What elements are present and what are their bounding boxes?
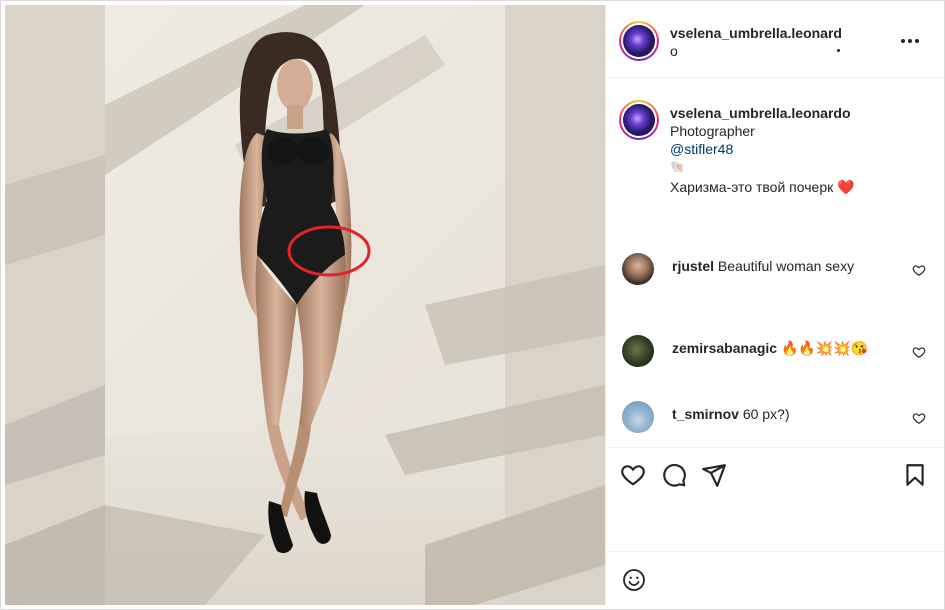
caption-mention-link[interactable]: @stifler48 bbox=[670, 141, 733, 157]
more-options-icon[interactable] bbox=[898, 29, 922, 53]
comment-text: 🔥🔥💥💥😘 bbox=[780, 340, 869, 356]
commenter-username[interactable]: t_smirnov bbox=[672, 406, 739, 422]
separator-dot bbox=[837, 49, 840, 52]
author-username[interactable]: vselena_umbrella.leonard bbox=[670, 25, 842, 41]
post-side-panel: vselena_umbrella.leonard o vselena_umbre… bbox=[605, 5, 943, 605]
caption-author-avatar[interactable] bbox=[619, 100, 659, 140]
commenter-username[interactable]: rjustel bbox=[672, 258, 714, 274]
shell-emoji: 🐚 bbox=[670, 160, 685, 174]
caption-text: Харизма-это твой почерк bbox=[670, 179, 834, 195]
smiley-face-icon[interactable] bbox=[622, 568, 646, 592]
comment-item: zemirsabanagic 🔥🔥💥💥😘 bbox=[606, 335, 943, 371]
comments-section: vselena_umbrella.leonardo Photographer @… bbox=[606, 79, 943, 447]
avatar-image bbox=[623, 25, 655, 57]
add-comment-bar bbox=[606, 551, 943, 605]
commenter-username[interactable]: zemirsabanagic bbox=[672, 340, 777, 356]
commenter-avatar[interactable] bbox=[622, 335, 654, 367]
bookmark-icon[interactable] bbox=[902, 462, 928, 488]
author-avatar[interactable] bbox=[619, 21, 659, 61]
post-photo[interactable] bbox=[5, 5, 605, 605]
paper-plane-icon[interactable] bbox=[701, 462, 727, 488]
avatar-image bbox=[623, 104, 655, 136]
comment-like-heart-icon[interactable] bbox=[912, 411, 926, 425]
caption-photographer-text: Photographer bbox=[670, 123, 755, 139]
photo-illustration bbox=[5, 5, 605, 605]
comment-bubble-icon[interactable] bbox=[661, 462, 687, 488]
author-subtitle: o bbox=[670, 43, 678, 59]
comment-text: Beautiful woman sexy bbox=[717, 258, 855, 274]
caption-username[interactable]: vselena_umbrella.leonardo bbox=[670, 105, 851, 121]
post-actions-bar bbox=[606, 447, 943, 551]
commenter-avatar[interactable] bbox=[622, 253, 654, 285]
comment-item: rjustel Beautiful woman sexy bbox=[606, 253, 943, 289]
instagram-post-window: vselena_umbrella.leonard o vselena_umbre… bbox=[0, 0, 945, 610]
comment-item: t_smirnov 60 px?) bbox=[606, 401, 943, 437]
heart-emoji: ❤️ bbox=[837, 179, 855, 195]
commenter-avatar[interactable] bbox=[622, 401, 654, 433]
post-header: vselena_umbrella.leonard o bbox=[606, 5, 943, 78]
heart-outline-icon[interactable] bbox=[620, 462, 646, 488]
comment-like-heart-icon[interactable] bbox=[912, 345, 926, 359]
comment-like-heart-icon[interactable] bbox=[912, 263, 926, 277]
comment-text: 60 px?) bbox=[742, 406, 790, 422]
post-caption: vselena_umbrella.leonardo Photographer @… bbox=[670, 104, 935, 196]
